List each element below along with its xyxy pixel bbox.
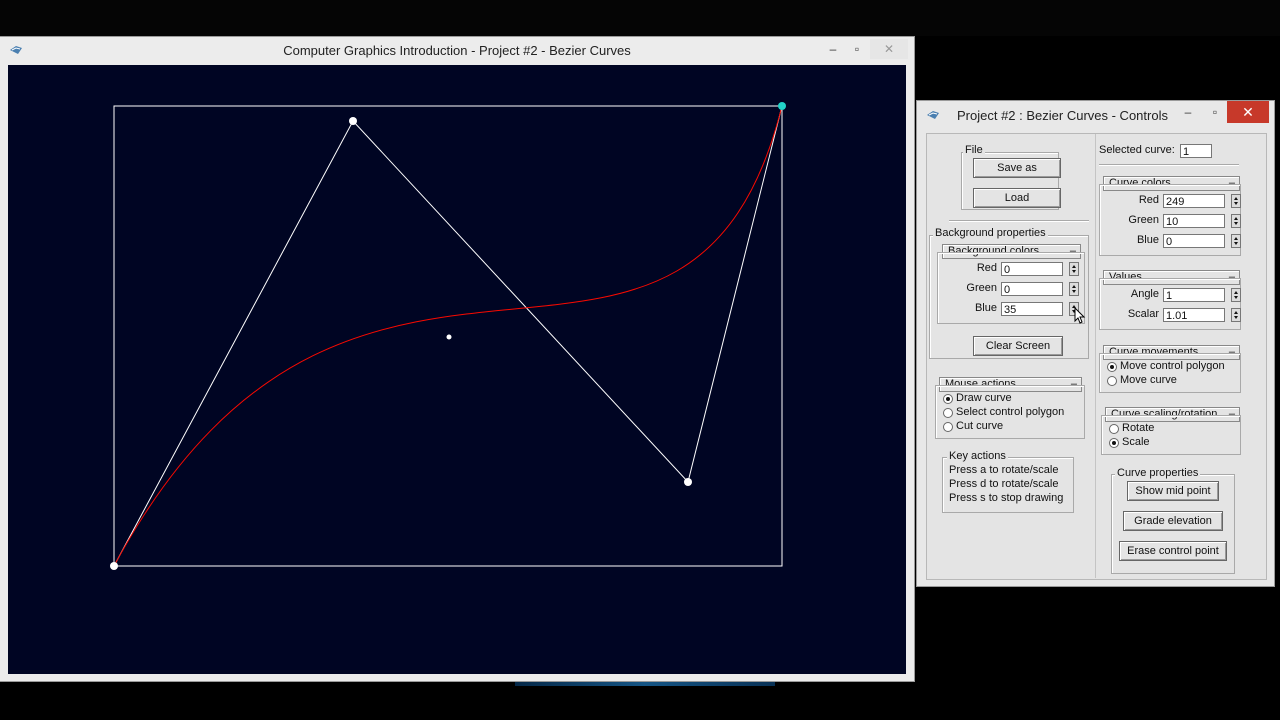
file-group-label: File — [963, 144, 985, 156]
move-curve-radio[interactable] — [1107, 376, 1117, 386]
rotate-label: Rotate — [1122, 422, 1155, 434]
close-button[interactable]: ✕ — [870, 39, 908, 59]
polygon-centroid-point — [446, 334, 452, 340]
bg-green-input[interactable]: 0 — [1001, 282, 1063, 296]
scale-radio[interactable] — [1109, 438, 1119, 448]
move-control-polygon-radio[interactable] — [1107, 362, 1117, 372]
draw-curve-label: Draw curve — [956, 392, 1012, 404]
move-control-polygon-label: Move control polygon — [1120, 360, 1225, 372]
key-action-line: Press s to stop drawing — [949, 492, 1064, 504]
main-window: Computer Graphics Introduction - Project… — [0, 37, 914, 681]
control-point[interactable] — [110, 562, 118, 570]
background-properties-label: Background properties — [933, 227, 1048, 239]
bg-green-label: Green — [966, 282, 997, 294]
separator — [949, 220, 1089, 222]
curve-red-label: Red — [1138, 194, 1159, 206]
key-action-line: Press d to rotate/scale — [949, 478, 1059, 490]
scalar-spinner[interactable] — [1231, 308, 1241, 322]
curve-blue-label: Blue — [1136, 234, 1159, 246]
curve-green-label: Green — [1128, 214, 1159, 226]
close-button[interactable]: ✕ — [1227, 101, 1269, 123]
minimize-button[interactable]: – — [1177, 102, 1199, 122]
bg-red-label: Red — [976, 262, 997, 274]
control-point[interactable] — [349, 117, 357, 125]
main-window-title: Computer Graphics Introduction - Project… — [283, 43, 631, 58]
controls-window: Project #2 : Bezier Curves - Controls – … — [917, 101, 1274, 586]
desktop-background — [0, 0, 1280, 36]
curve-movements-panel — [1099, 353, 1241, 393]
controls-title-bar[interactable]: Project #2 : Bezier Curves - Controls – … — [917, 101, 1274, 129]
move-curve-label: Move curve — [1120, 374, 1177, 386]
curve-green-spinner[interactable] — [1231, 214, 1241, 228]
control-point[interactable] — [684, 478, 692, 486]
mouse-cursor-icon — [1074, 307, 1086, 324]
scalar-label: Scalar — [1127, 308, 1159, 320]
bg-red-spinner[interactable] — [1069, 262, 1079, 276]
maximize-button[interactable]: ▫ — [846, 39, 868, 59]
bg-blue-input[interactable]: 35 — [1001, 302, 1063, 316]
erase-control-point-button[interactable]: Erase control point — [1119, 541, 1227, 561]
cut-curve-radio[interactable] — [943, 422, 953, 432]
curve-scaling-rotation-panel — [1101, 415, 1241, 455]
bg-red-input[interactable]: 0 — [1001, 262, 1063, 276]
clear-screen-button[interactable]: Clear Screen — [973, 336, 1063, 356]
curve-red-spinner[interactable] — [1231, 194, 1241, 208]
bg-blue-label: Blue — [974, 302, 997, 314]
draw-curve-radio[interactable] — [943, 394, 953, 404]
angle-spinner[interactable] — [1231, 288, 1241, 302]
scalar-input[interactable]: 1.01 — [1163, 308, 1225, 322]
select-control-polygon-label: Select control polygon — [956, 406, 1065, 418]
curve-properties-label: Curve properties — [1115, 467, 1201, 479]
control-point-selected[interactable] — [778, 102, 786, 110]
save-as-button[interactable]: Save as — [973, 158, 1061, 178]
selected-curve-label: Selected curve: — [1099, 144, 1175, 156]
rotate-radio[interactable] — [1109, 424, 1119, 434]
grade-elevation-button[interactable]: Grade elevation — [1123, 511, 1223, 531]
curve-green-input[interactable]: 10 — [1163, 214, 1225, 228]
curve-red-input[interactable]: 249 — [1163, 194, 1225, 208]
minimize-button[interactable]: – — [823, 39, 843, 59]
drawing-canvas[interactable] — [8, 65, 906, 674]
curve-blue-input[interactable]: 0 — [1163, 234, 1225, 248]
curve-blue-spinner[interactable] — [1231, 234, 1241, 248]
key-action-line: Press a to rotate/scale — [949, 464, 1059, 476]
scale-label: Scale — [1122, 436, 1150, 448]
angle-label: Angle — [1130, 288, 1159, 300]
cut-curve-label: Cut curve — [956, 420, 1004, 432]
column-divider — [1095, 134, 1096, 578]
angle-input[interactable]: 1 — [1163, 288, 1225, 302]
separator — [1099, 164, 1239, 166]
canvas-svg — [110, 102, 786, 570]
main-title-bar[interactable]: Computer Graphics Introduction - Project… — [0, 37, 914, 65]
app-icon — [927, 111, 939, 119]
selected-curve-input[interactable]: 1 — [1180, 144, 1212, 158]
show-mid-point-button[interactable]: Show mid point — [1127, 481, 1219, 501]
controls-panel: File Save as Load Background properties … — [926, 133, 1267, 580]
select-control-polygon-radio[interactable] — [943, 408, 953, 418]
bg-green-spinner[interactable] — [1069, 282, 1079, 296]
key-actions-label: Key actions — [947, 450, 1008, 462]
load-button[interactable]: Load — [973, 188, 1061, 208]
maximize-button[interactable]: ▫ — [1204, 102, 1226, 122]
